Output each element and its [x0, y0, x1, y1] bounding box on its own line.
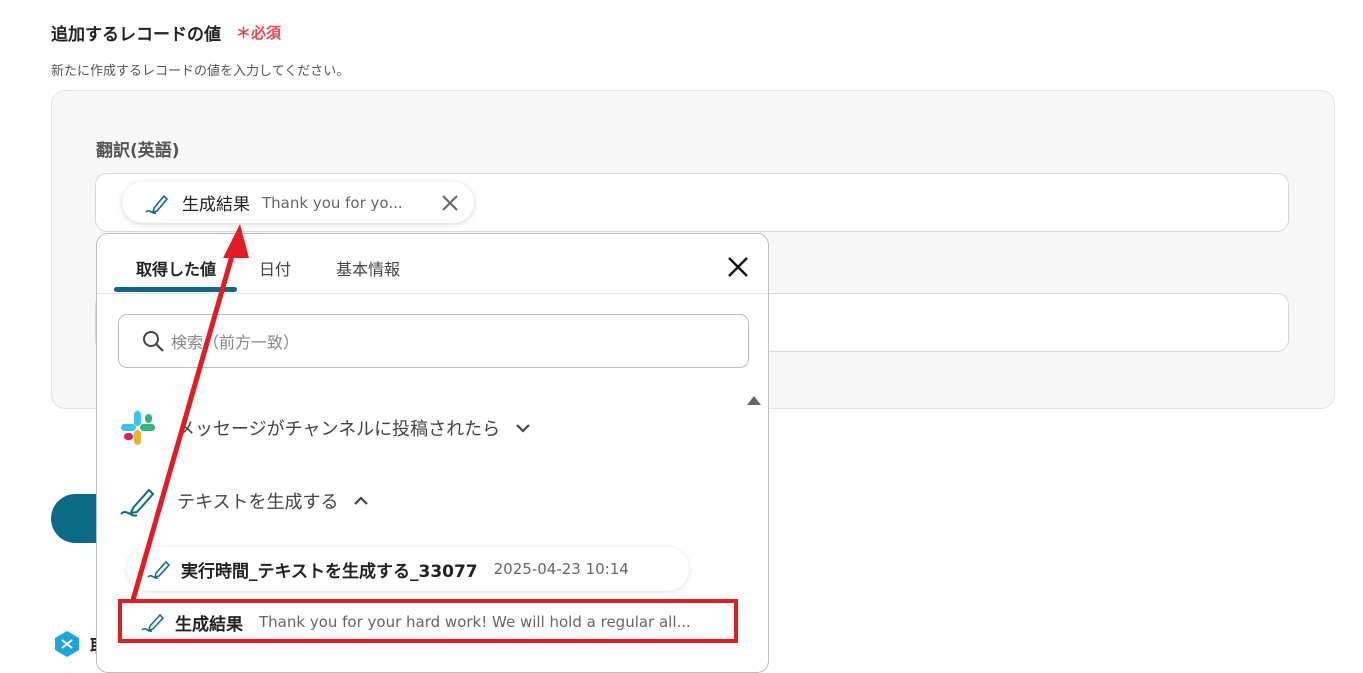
tab-date[interactable]: 日付 [259, 256, 291, 280]
active-tab-indicator [114, 287, 237, 292]
search-box [118, 314, 749, 368]
pen-icon [145, 194, 169, 214]
highlight-box [118, 599, 738, 643]
item-label: 実行時間_テキストを生成する_33077 [181, 561, 478, 582]
pen-icon [120, 488, 155, 517]
chevron-down-icon [516, 424, 530, 433]
slack-icon [121, 411, 155, 445]
chevron-up-icon [354, 496, 369, 505]
chip-value: Thank you for yo... [262, 193, 403, 212]
tab-bar: 取得した値 日付 基本情報 [97, 234, 768, 294]
tab-basic-info[interactable]: 基本情報 [336, 256, 400, 280]
field-label-translation: 翻訳(英語) [96, 141, 180, 161]
section-title: 追加するレコードの値 [51, 25, 221, 45]
app-logo-icon [55, 631, 79, 657]
section-description: 新たに作成するレコードの値を入力してください。 [51, 64, 350, 79]
close-popup-icon[interactable] [725, 254, 751, 280]
group-slack-trigger[interactable]: メッセージがチャンネルに投稿されたら [119, 408, 532, 448]
scroll-up-arrow[interactable] [747, 396, 761, 405]
value-chip[interactable]: 生成結果 Thank you for yo... [122, 182, 474, 223]
close-icon[interactable] [440, 193, 460, 213]
search-input[interactable] [169, 325, 733, 359]
list-item-execution-time[interactable]: 実行時間_テキストを生成する_33077 2025-04-23 10:14 [127, 547, 689, 591]
group-label: メッセージがチャンネルに投稿されたら [177, 419, 501, 440]
group-generate-text[interactable]: テキストを生成する [119, 481, 370, 521]
tab-acquired-values[interactable]: 取得した値 [136, 256, 216, 280]
pen-icon [147, 560, 171, 580]
chip-label: 生成結果 [182, 195, 250, 215]
required-badge: ＊必須 [236, 24, 282, 42]
item-value: 2025-04-23 10:14 [493, 560, 629, 578]
search-icon [143, 331, 164, 352]
group-label: テキストを生成する [177, 492, 339, 513]
